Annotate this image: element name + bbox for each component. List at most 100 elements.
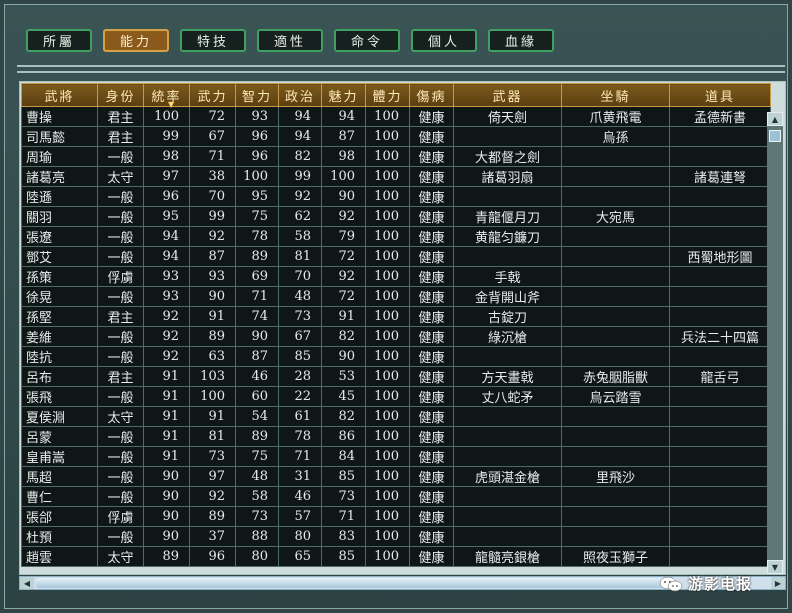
tab-5[interactable]: 個人 bbox=[411, 29, 477, 52]
table-cell: 方天畫戟 bbox=[453, 366, 562, 387]
table-cell: 大都督之劍 bbox=[453, 146, 562, 167]
table-cell: 90 bbox=[321, 186, 366, 207]
table-row[interactable]: 孫策 俘虜 93 93 69 70 92 100 健康 手戟 bbox=[21, 266, 771, 287]
table-row[interactable]: 張遼 一般 94 92 78 58 79 100 健康 黄龍匀鐮刀 bbox=[21, 226, 771, 247]
table-cell: 67 bbox=[278, 326, 322, 347]
table-row[interactable]: 司馬懿 君主 99 67 96 94 87 100 健康 烏孫 bbox=[21, 126, 771, 147]
tab-6[interactable]: 血緣 bbox=[488, 29, 554, 52]
general-table: 武將 身份 統率 武力 智力 政治 魅力 體力 傷病 武器 坐騎 道具 曹操 君主 100 72 93 94 94… bbox=[21, 83, 771, 567]
table-cell: 健康 bbox=[409, 386, 454, 407]
table-row[interactable]: 曹操 君主 100 72 93 94 94 100 健康 倚天劍 爪黄飛電 孟德新書 bbox=[21, 106, 771, 127]
table-cell: 一般 bbox=[97, 346, 144, 367]
table-cell: 健康 bbox=[409, 326, 454, 347]
table-cell: 一般 bbox=[97, 466, 144, 487]
table-row[interactable]: 張郃 俘虜 90 89 73 57 71 100 健康 bbox=[21, 506, 771, 527]
tab-4[interactable]: 命令 bbox=[334, 29, 400, 52]
table-cell: 100 bbox=[365, 486, 410, 507]
tab-bar: 所屬 能力 特技 適性 命令 個人 血緣 bbox=[26, 29, 554, 52]
column-header[interactable]: 坐騎 bbox=[561, 83, 670, 107]
table-row[interactable]: 馬超 一般 90 97 48 31 85 100 健康 虎頭湛金槍 里飛沙 bbox=[21, 466, 771, 487]
table-cell: 龍髓亮銀槍 bbox=[453, 546, 562, 567]
table-row[interactable]: 徐晃 一般 93 90 71 48 72 100 健康 金背開山斧 bbox=[21, 286, 771, 307]
table-cell: 97 bbox=[189, 466, 236, 487]
column-header[interactable]: 魅力 bbox=[321, 83, 366, 107]
table-cell: 100 bbox=[365, 166, 410, 187]
table-cell bbox=[453, 246, 562, 267]
column-header[interactable]: 統率 bbox=[143, 83, 190, 107]
column-header[interactable]: 武將 bbox=[21, 83, 98, 107]
table-cell: 78 bbox=[235, 226, 279, 247]
table-cell bbox=[669, 446, 771, 467]
table-row[interactable]: 呂布 君主 91 103 46 28 53 100 健康 方天畫戟 赤兔胭脂獸 龍舌弓 bbox=[21, 366, 771, 387]
table-cell: 健康 bbox=[409, 286, 454, 307]
table-row[interactable]: 孫堅 君主 92 91 74 73 91 100 健康 古錠刀 bbox=[21, 306, 771, 327]
table-cell: 孟德新書 bbox=[669, 106, 771, 127]
table-cell: 46 bbox=[278, 486, 322, 507]
table-cell: 72 bbox=[321, 286, 366, 307]
table-row[interactable]: 陸抗 一般 92 63 87 85 90 100 健康 bbox=[21, 346, 771, 367]
horizontal-scroll-thumb[interactable] bbox=[36, 578, 676, 588]
table-cell: 71 bbox=[235, 286, 279, 307]
column-header[interactable]: 傷病 bbox=[409, 83, 454, 107]
table-row[interactable]: 夏侯淵 太守 91 91 54 61 82 100 健康 bbox=[21, 406, 771, 427]
table-cell bbox=[561, 286, 670, 307]
tab-3[interactable]: 適性 bbox=[257, 29, 323, 52]
table-cell: 黄龍匀鐮刀 bbox=[453, 226, 562, 247]
table-row[interactable]: 趙雲 太守 89 96 80 65 85 100 健康 龍髓亮銀槍 照夜玉獅子 bbox=[21, 546, 771, 567]
table-cell: 75 bbox=[235, 206, 279, 227]
table-cell: 100 bbox=[365, 386, 410, 407]
table-row[interactable]: 曹仁 一般 90 92 58 46 73 100 健康 bbox=[21, 486, 771, 507]
table-cell: 93 bbox=[143, 286, 190, 307]
table-row[interactable]: 杜預 一般 90 37 88 80 83 100 健康 bbox=[21, 526, 771, 547]
table-cell: 91 bbox=[321, 306, 366, 327]
column-header[interactable]: 政治 bbox=[278, 83, 322, 107]
table-cell: 照夜玉獅子 bbox=[561, 546, 670, 567]
tab-0[interactable]: 所屬 bbox=[26, 29, 92, 52]
table-cell: 67 bbox=[189, 126, 236, 147]
table-row[interactable]: 張飛 一般 91 100 60 22 45 100 健康 丈八蛇矛 烏云踏雪 bbox=[21, 386, 771, 407]
table-cell: 陸遜 bbox=[21, 186, 98, 207]
scroll-up-button[interactable]: ▲ bbox=[767, 112, 783, 126]
column-header[interactable]: 智力 bbox=[235, 83, 279, 107]
table-row[interactable]: 陸遜 一般 96 70 95 92 90 100 健康 bbox=[21, 186, 771, 207]
table-cell: 俘虜 bbox=[97, 506, 144, 527]
table-cell: 65 bbox=[278, 546, 322, 567]
column-header[interactable]: 武器 bbox=[453, 83, 562, 107]
table-cell: 健康 bbox=[409, 506, 454, 527]
scroll-right-button[interactable]: ▶ bbox=[771, 577, 785, 589]
vertical-scrollbar[interactable]: ▲ ▼ bbox=[767, 112, 783, 574]
table-cell: 烏孫 bbox=[561, 126, 670, 147]
table-cell: 一般 bbox=[97, 426, 144, 447]
table-cell: 100 bbox=[365, 406, 410, 427]
table-cell: 健康 bbox=[409, 546, 454, 567]
table-cell bbox=[669, 126, 771, 147]
table-cell: 100 bbox=[365, 126, 410, 147]
table-cell bbox=[669, 506, 771, 527]
table-cell bbox=[669, 226, 771, 247]
table-cell: 80 bbox=[278, 526, 322, 547]
table-cell: 健康 bbox=[409, 446, 454, 467]
table-cell: 38 bbox=[189, 166, 236, 187]
tab-1[interactable]: 能力 bbox=[103, 29, 169, 52]
column-header[interactable]: 道具 bbox=[669, 83, 771, 107]
table-cell: 健康 bbox=[409, 526, 454, 547]
table-row[interactable]: 皇甫嵩 一般 91 73 75 71 84 100 健康 bbox=[21, 446, 771, 467]
table-cell: 89 bbox=[235, 246, 279, 267]
table-row[interactable]: 關羽 一般 95 99 75 62 92 100 健康 青龍偃月刀 大宛馬 bbox=[21, 206, 771, 227]
table-row[interactable]: 姜維 一般 92 89 90 67 82 100 健康 綠沉槍 兵法二十四篇 bbox=[21, 326, 771, 347]
table-cell: 健康 bbox=[409, 486, 454, 507]
table-cell: 馬超 bbox=[21, 466, 98, 487]
table-cell: 81 bbox=[278, 246, 322, 267]
tab-2[interactable]: 特技 bbox=[180, 29, 246, 52]
table-row[interactable]: 呂蒙 一般 91 81 89 78 86 100 健康 bbox=[21, 426, 771, 447]
scroll-down-button[interactable]: ▼ bbox=[767, 560, 783, 574]
vertical-scroll-thumb[interactable] bbox=[769, 130, 781, 142]
scroll-left-button[interactable]: ◀ bbox=[20, 577, 34, 589]
table-row[interactable]: 周瑜 一般 98 71 96 82 98 100 健康 大都督之劍 bbox=[21, 146, 771, 167]
table-row[interactable]: 諸葛亮 太守 97 38 100 99 100 100 健康 諸葛羽扇 諸葛連弩 bbox=[21, 166, 771, 187]
column-header[interactable]: 體力 bbox=[365, 83, 410, 107]
table-row[interactable]: 鄧艾 一般 94 87 89 81 72 100 健康 西蜀地形圖 bbox=[21, 246, 771, 267]
column-header[interactable]: 身份 bbox=[97, 83, 144, 107]
table-cell: 徐晃 bbox=[21, 286, 98, 307]
column-header[interactable]: 武力 bbox=[189, 83, 236, 107]
